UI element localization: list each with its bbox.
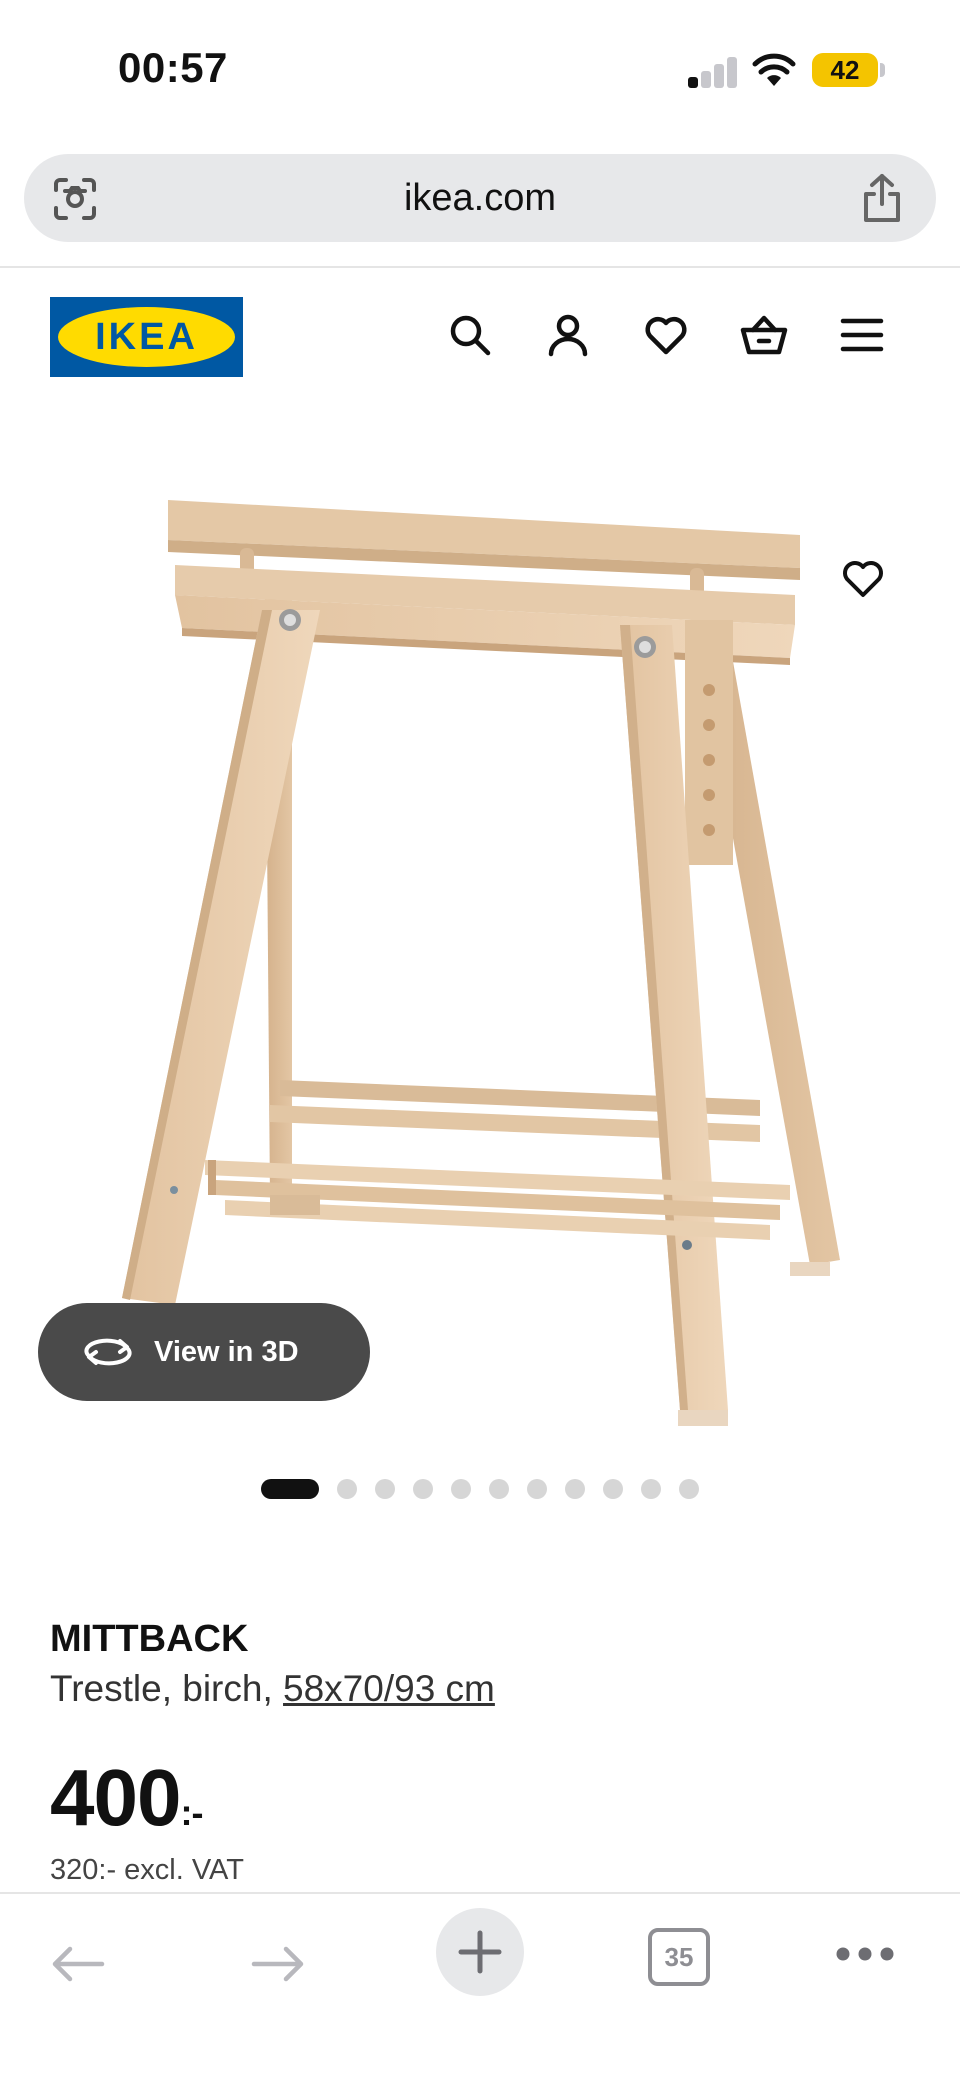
product-type: Trestle, birch, bbox=[50, 1668, 284, 1709]
wishlist-heart-icon[interactable] bbox=[636, 305, 696, 365]
carousel-dot[interactable] bbox=[603, 1479, 623, 1499]
view-in-3d-label: View in 3D bbox=[154, 1335, 299, 1368]
carousel-dot[interactable] bbox=[261, 1479, 319, 1499]
wifi-icon bbox=[752, 52, 796, 88]
product-image[interactable] bbox=[0, 400, 960, 1440]
carousel-dot[interactable] bbox=[451, 1479, 471, 1499]
carousel-dot[interactable] bbox=[337, 1479, 357, 1499]
logo-text: IKEA bbox=[95, 315, 198, 358]
carousel-dot[interactable] bbox=[641, 1479, 661, 1499]
address-bar[interactable]: ikea.com bbox=[24, 154, 936, 242]
cellular-signal-icon bbox=[688, 56, 738, 88]
tab-count: 35 bbox=[648, 1928, 710, 1986]
add-to-wishlist-button[interactable] bbox=[833, 548, 893, 608]
carousel-dot[interactable] bbox=[679, 1479, 699, 1499]
price-value: 400 bbox=[50, 1753, 181, 1842]
forward-arrow-icon[interactable] bbox=[246, 1936, 310, 1992]
back-arrow-icon[interactable] bbox=[46, 1936, 110, 1992]
product-name: MITTBACK bbox=[50, 1618, 249, 1660]
image-carousel-indicator[interactable] bbox=[0, 1478, 960, 1500]
menu-icon[interactable] bbox=[832, 305, 892, 365]
carousel-dot[interactable] bbox=[375, 1479, 395, 1499]
account-icon[interactable] bbox=[538, 305, 598, 365]
battery-indicator: 42 bbox=[812, 53, 878, 87]
rotate-3d-icon bbox=[82, 1335, 134, 1369]
divider bbox=[0, 266, 960, 268]
product-description: Trestle, birch, 58x70/93 cm bbox=[50, 1668, 495, 1710]
battery-cap bbox=[880, 63, 885, 77]
tabs-button[interactable]: 35 bbox=[644, 1924, 714, 1990]
share-icon[interactable] bbox=[858, 172, 906, 224]
view-in-3d-button[interactable]: View in 3D bbox=[38, 1303, 370, 1401]
price-excl-vat: 320:- excl. VAT bbox=[50, 1854, 244, 1886]
browser-toolbar: 35 bbox=[0, 1894, 960, 2081]
price-suffix: :- bbox=[180, 1792, 203, 1833]
search-icon[interactable] bbox=[440, 305, 500, 365]
shopping-basket-icon[interactable] bbox=[734, 305, 794, 365]
carousel-dot[interactable] bbox=[565, 1479, 585, 1499]
carousel-dot[interactable] bbox=[413, 1479, 433, 1499]
new-tab-button[interactable] bbox=[436, 1908, 524, 1996]
product-size-link[interactable]: 58x70/93 cm bbox=[283, 1668, 495, 1709]
more-options-icon[interactable] bbox=[830, 1932, 900, 1976]
ikea-logo[interactable]: IKEA bbox=[50, 297, 243, 377]
product-price: 400:- bbox=[50, 1752, 203, 1844]
url-text: ikea.com bbox=[403, 176, 557, 219]
carousel-dot[interactable] bbox=[527, 1479, 547, 1499]
status-time: 00:57 bbox=[118, 44, 228, 91]
visual-lookup-icon[interactable] bbox=[52, 176, 98, 222]
carousel-dot[interactable] bbox=[489, 1479, 509, 1499]
